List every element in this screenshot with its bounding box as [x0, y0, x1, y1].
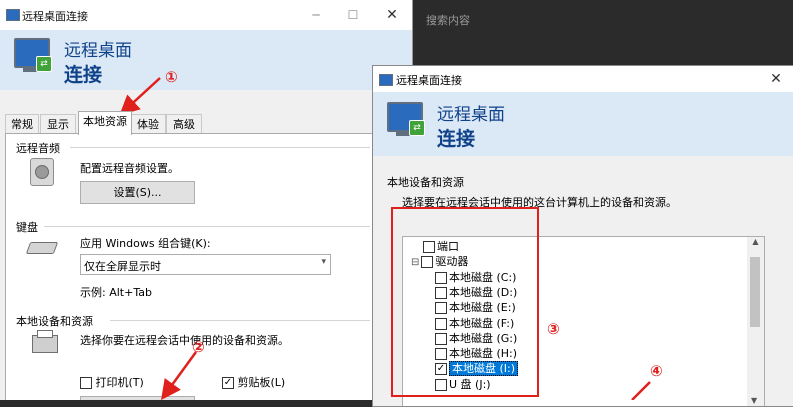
annotation-label-2: ② — [192, 338, 205, 356]
annotation-arrow-4 — [631, 381, 651, 400]
annotation-arrow-1 — [119, 77, 161, 116]
annotation-label-1: ① — [165, 68, 178, 86]
annotation-overlay — [119, 77, 651, 400]
annotation-label-3: ③ — [547, 320, 560, 338]
tab-local-resources[interactable]: 本地资源 — [78, 111, 132, 135]
annotation-label-4: ④ — [650, 362, 663, 380]
annotation-arrow-2 — [161, 351, 198, 400]
annotation-highlight-box — [391, 207, 539, 397]
